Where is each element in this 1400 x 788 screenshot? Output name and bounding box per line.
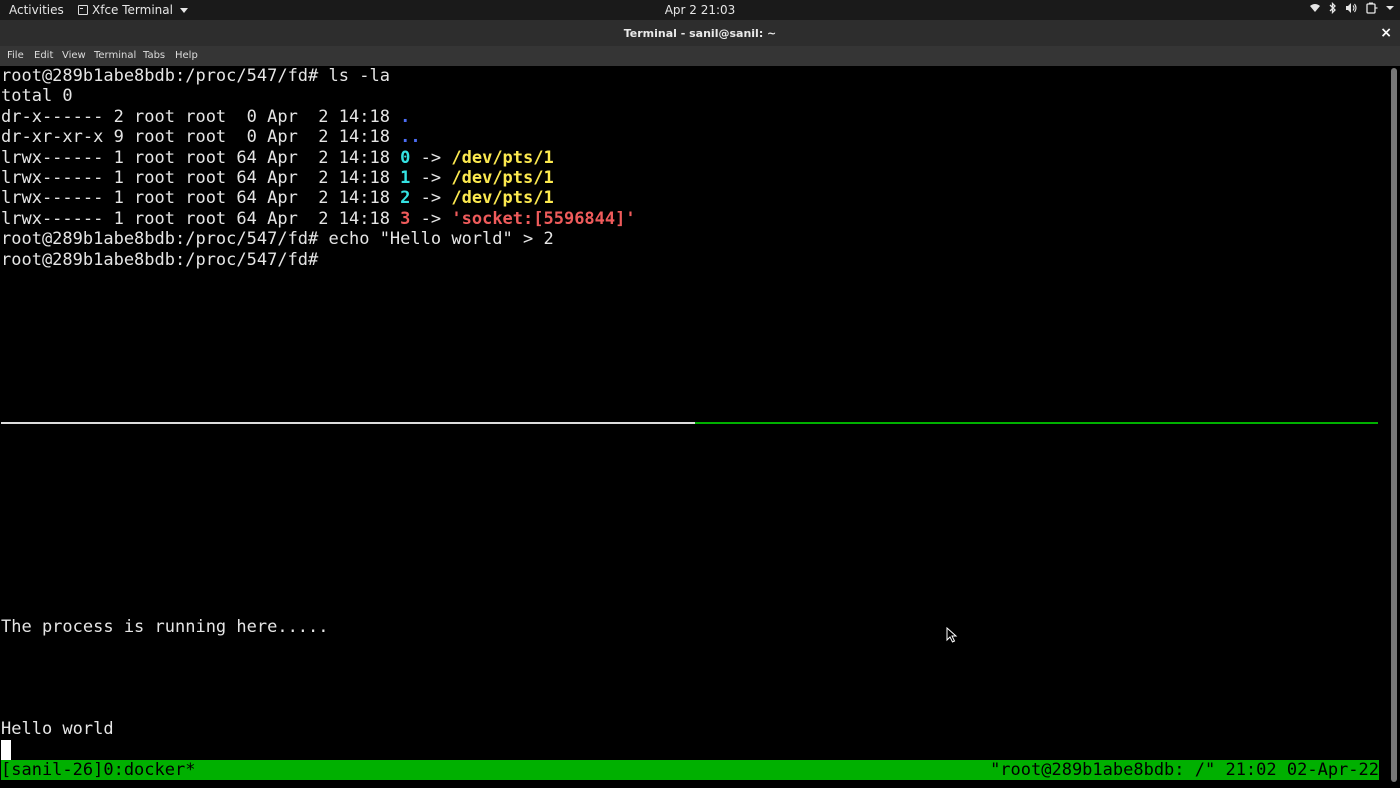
file-info: lrwx------ 1 root root 64 Apr 2 14:18 — [1, 168, 401, 188]
scrollbar-thumb[interactable] — [1391, 68, 1397, 782]
file-info: dr-x------ 2 root root 0 Apr 2 14:18 — [1, 107, 401, 127]
menu-tabs[interactable]: Tabs — [143, 50, 165, 61]
file-info: dr-xr-xr-x 9 root root 0 Apr 2 14:18 — [1, 127, 401, 147]
link-target: /dev/pts/1 — [451, 188, 554, 208]
window-title-bar[interactable]: Terminal - sanil@sanil: ~ × — [0, 20, 1400, 46]
terminal-view[interactable]: root@289b1abe8bdb:/proc/547/fd# ls -la t… — [0, 66, 1390, 788]
gnome-top-bar: Activities Xfce Terminal Apr 2 21:03 — [0, 0, 1400, 20]
mouse-pointer-icon — [946, 627, 958, 643]
text-cursor — [1, 740, 11, 760]
menu-bar: File Edit View Terminal Tabs Help — [0, 46, 1400, 66]
link-target: /dev/pts/1 — [451, 148, 554, 168]
terminal-line: lrwx------ 1 root root 64 Apr 2 14:18 0 … — [1, 148, 554, 168]
file-info: lrwx------ 1 root root 64 Apr 2 14:18 — [1, 188, 401, 208]
menu-file[interactable]: File — [7, 50, 24, 61]
terminal-line: lrwx------ 1 root root 64 Apr 2 14:18 2 … — [1, 188, 554, 208]
app-menu[interactable]: Xfce Terminal — [78, 3, 188, 17]
terminal-prompt: root@289b1abe8bdb:/proc/547/fd# — [1, 250, 329, 270]
terminal-line: dr-xr-xr-x 9 root root 0 Apr 2 14:18 .. — [1, 127, 421, 147]
link-arrow: -> — [410, 148, 452, 168]
tmux-status-right: "root@289b1abe8bdb: /" 21:02 02-Apr-22 — [990, 760, 1379, 780]
terminal-line: dr-x------ 2 root root 0 Apr 2 14:18 . — [1, 107, 410, 127]
window-title: Terminal - sanil@sanil: ~ — [623, 27, 777, 40]
fd-name: 0 — [400, 148, 411, 168]
battery-icon[interactable] — [1366, 2, 1378, 14]
volume-icon[interactable] — [1345, 2, 1358, 14]
chevron-down-icon — [179, 7, 188, 13]
menu-edit[interactable]: Edit — [34, 50, 53, 61]
tmux-status-bar: [sanil-26]0:docker* "root@289b1abe8bdb: … — [1, 760, 1379, 780]
link-arrow: -> — [410, 209, 452, 229]
link-target: /dev/pts/1 — [451, 168, 554, 188]
link-arrow: -> — [410, 188, 452, 208]
menu-terminal[interactable]: Terminal — [94, 50, 136, 61]
link-arrow: -> — [410, 168, 452, 188]
clock[interactable]: Apr 2 21:03 — [665, 3, 736, 17]
terminal-line: root@289b1abe8bdb:/proc/547/fd# ls -la — [1, 66, 390, 86]
pane-output-line: The process is running here..... — [1, 617, 329, 637]
dir-name: .. — [400, 127, 421, 147]
system-tray[interactable] — [1309, 2, 1394, 14]
file-info: lrwx------ 1 root root 64 Apr 2 14:18 — [1, 209, 401, 229]
link-target: 'socket:[5596844]' — [451, 209, 636, 229]
power-menu-icon[interactable] — [1386, 2, 1394, 14]
activities-button[interactable]: Activities — [9, 3, 64, 17]
menu-view[interactable]: View — [62, 50, 86, 61]
terminal-line: lrwx------ 1 root root 64 Apr 2 14:18 3 … — [1, 209, 636, 229]
fd-name: 1 — [400, 168, 411, 188]
terminal-line: root@289b1abe8bdb:/proc/547/fd# echo "He… — [1, 229, 554, 249]
app-menu-label: Xfce Terminal — [92, 3, 173, 17]
terminal-line: total 0 — [1, 86, 73, 106]
terminal-app-icon — [78, 5, 88, 15]
menu-help[interactable]: Help — [175, 50, 198, 61]
bluetooth-icon[interactable] — [1329, 2, 1337, 14]
scrollbar[interactable] — [1390, 66, 1400, 788]
wifi-icon[interactable] — [1309, 2, 1321, 14]
close-icon[interactable]: × — [1380, 25, 1392, 41]
terminal-line: lrwx------ 1 root root 64 Apr 2 14:18 1 … — [1, 168, 554, 188]
pane-divider-active[interactable] — [695, 422, 1378, 424]
file-info: lrwx------ 1 root root 64 Apr 2 14:18 — [1, 148, 401, 168]
pane-output-line: Hello world — [1, 719, 114, 739]
fd-name: 2 — [400, 188, 411, 208]
pane-divider[interactable] — [1, 422, 695, 424]
dir-name: . — [400, 107, 411, 127]
fd-name: 3 — [400, 209, 411, 229]
tmux-window-list[interactable]: [sanil-26]0:docker* — [1, 760, 195, 780]
